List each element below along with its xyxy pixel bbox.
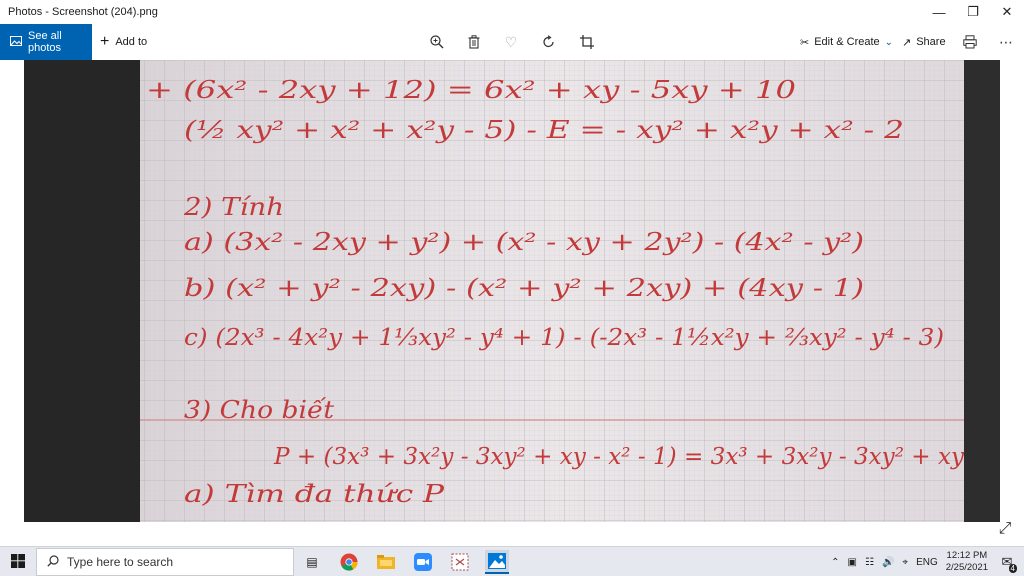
start-button[interactable] xyxy=(0,547,36,576)
wifi-icon[interactable]: ⌖ xyxy=(902,557,908,568)
photo-canvas[interactable]: + (6x² - 2xy + 12) = 6x² + xy - 5xy + 10… xyxy=(24,60,1000,522)
add-to-label: Add to xyxy=(115,36,148,48)
share-icon: ↗ xyxy=(902,36,912,49)
network-icon[interactable]: ☷ xyxy=(865,557,874,568)
see-all-photos-button[interactable]: See all photos xyxy=(0,24,92,60)
snipping-icon[interactable] xyxy=(448,550,472,574)
fullscreen-icon[interactable]: ⤢ xyxy=(996,520,1014,538)
rotate-icon[interactable] xyxy=(539,32,559,52)
system-tray: ⌃ ▣ ☷ 🔊 ⌖ ENG 12:12 PM 2/25/2021 ✉ 4 xyxy=(831,547,1024,576)
handwritten-line: b) (x² + y² - 2xy) - (x² + y² + 2xy) + (… xyxy=(184,274,864,302)
minimize-icon[interactable]: — xyxy=(922,0,956,24)
edit-create-label: Edit & Create xyxy=(814,36,880,48)
plus-icon: + xyxy=(100,33,110,50)
volume-icon[interactable]: 🔊 xyxy=(882,557,894,568)
notifications-icon[interactable]: ✉ 4 xyxy=(996,551,1018,573)
handwritten-line: + (6x² - 2xy + 12) = 6x² + xy - 5xy + 10 xyxy=(146,76,796,104)
more-icon[interactable]: ⋯ xyxy=(996,32,1016,52)
print-icon[interactable] xyxy=(960,32,980,52)
windows-icon xyxy=(11,553,25,571)
chrome-icon[interactable] xyxy=(337,550,361,574)
see-all-photos-label: See all photos xyxy=(28,30,62,54)
window-controls: — ❐ ✕ xyxy=(922,0,1024,24)
search-icon xyxy=(47,554,59,570)
clock-time: 12:12 PM xyxy=(946,550,988,561)
photos-app-icon[interactable] xyxy=(485,550,509,574)
handwritten-line: P + (3x³ + 3x²y - 3xy² + xy - x² - 1) = … xyxy=(273,444,965,470)
notebook-photo: + (6x² - 2xy + 12) = 6x² + xy - 5xy + 10… xyxy=(24,60,1000,522)
delete-icon[interactable] xyxy=(464,32,484,52)
handwritten-line: c) (2x³ - 4x²y + 1⅓xy² - y⁴ + 1) - (-2x³… xyxy=(184,325,944,351)
window-title: Photos - Screenshot (204).png xyxy=(8,6,158,18)
command-bar: See all photos + Add to ♡ ✂ Edit & Creat… xyxy=(0,24,1024,60)
handwritten-line: a) Tìm đa thức P xyxy=(184,480,445,508)
notification-count: 4 xyxy=(1008,564,1017,573)
close-icon[interactable]: ✕ xyxy=(990,0,1024,24)
photo-viewer: + (6x² - 2xy + 12) = 6x² + xy - 5xy + 10… xyxy=(0,60,1024,546)
restore-icon[interactable]: ❐ xyxy=(956,0,990,24)
add-to-button[interactable]: + Add to xyxy=(100,24,147,60)
handwritten-line: (½ xy² + x² + x²y - 5) - E = - xy² + x²y… xyxy=(184,116,904,144)
crop-icon[interactable] xyxy=(577,32,597,52)
taskbar: Type here to search ▤ ⌃ ▣ ☷ 🔊 ⌖ ENG 12:1… xyxy=(0,546,1024,576)
taskbar-search-input[interactable]: Type here to search xyxy=(36,548,294,576)
edit-create-icon: ✂ xyxy=(800,36,810,49)
language-indicator[interactable]: ENG xyxy=(916,557,938,568)
file-explorer-icon[interactable] xyxy=(374,550,398,574)
clock-date: 2/25/2021 xyxy=(945,562,988,573)
chevron-down-icon: ⌄ xyxy=(884,36,894,48)
task-view-icon[interactable]: ▤ xyxy=(300,550,324,574)
show-hidden-icons-icon[interactable]: ⌃ xyxy=(831,557,839,568)
handwritten-line: a) (3x² - 2xy + y²) + (x² - xy + 2y²) - … xyxy=(184,228,864,256)
edit-create-button[interactable]: ✂ Edit & Create ⌄ xyxy=(800,24,893,60)
share-label: Share xyxy=(916,36,946,48)
zoom-app-icon[interactable] xyxy=(411,550,435,574)
favorite-icon[interactable]: ♡ xyxy=(501,32,521,52)
zoom-icon[interactable] xyxy=(427,32,447,52)
photos-icon xyxy=(10,35,22,49)
clock[interactable]: 12:12 PM 2/25/2021 xyxy=(946,550,988,574)
meet-now-icon[interactable]: ▣ xyxy=(848,557,857,568)
search-placeholder: Type here to search xyxy=(67,555,174,569)
handwritten-line: 3) Cho biết xyxy=(184,396,334,424)
title-bar: Photos - Screenshot (204).png — ❐ ✕ xyxy=(0,0,1024,24)
share-button[interactable]: ↗ Share xyxy=(902,24,946,60)
handwritten-line: 2) Tính xyxy=(183,193,284,221)
